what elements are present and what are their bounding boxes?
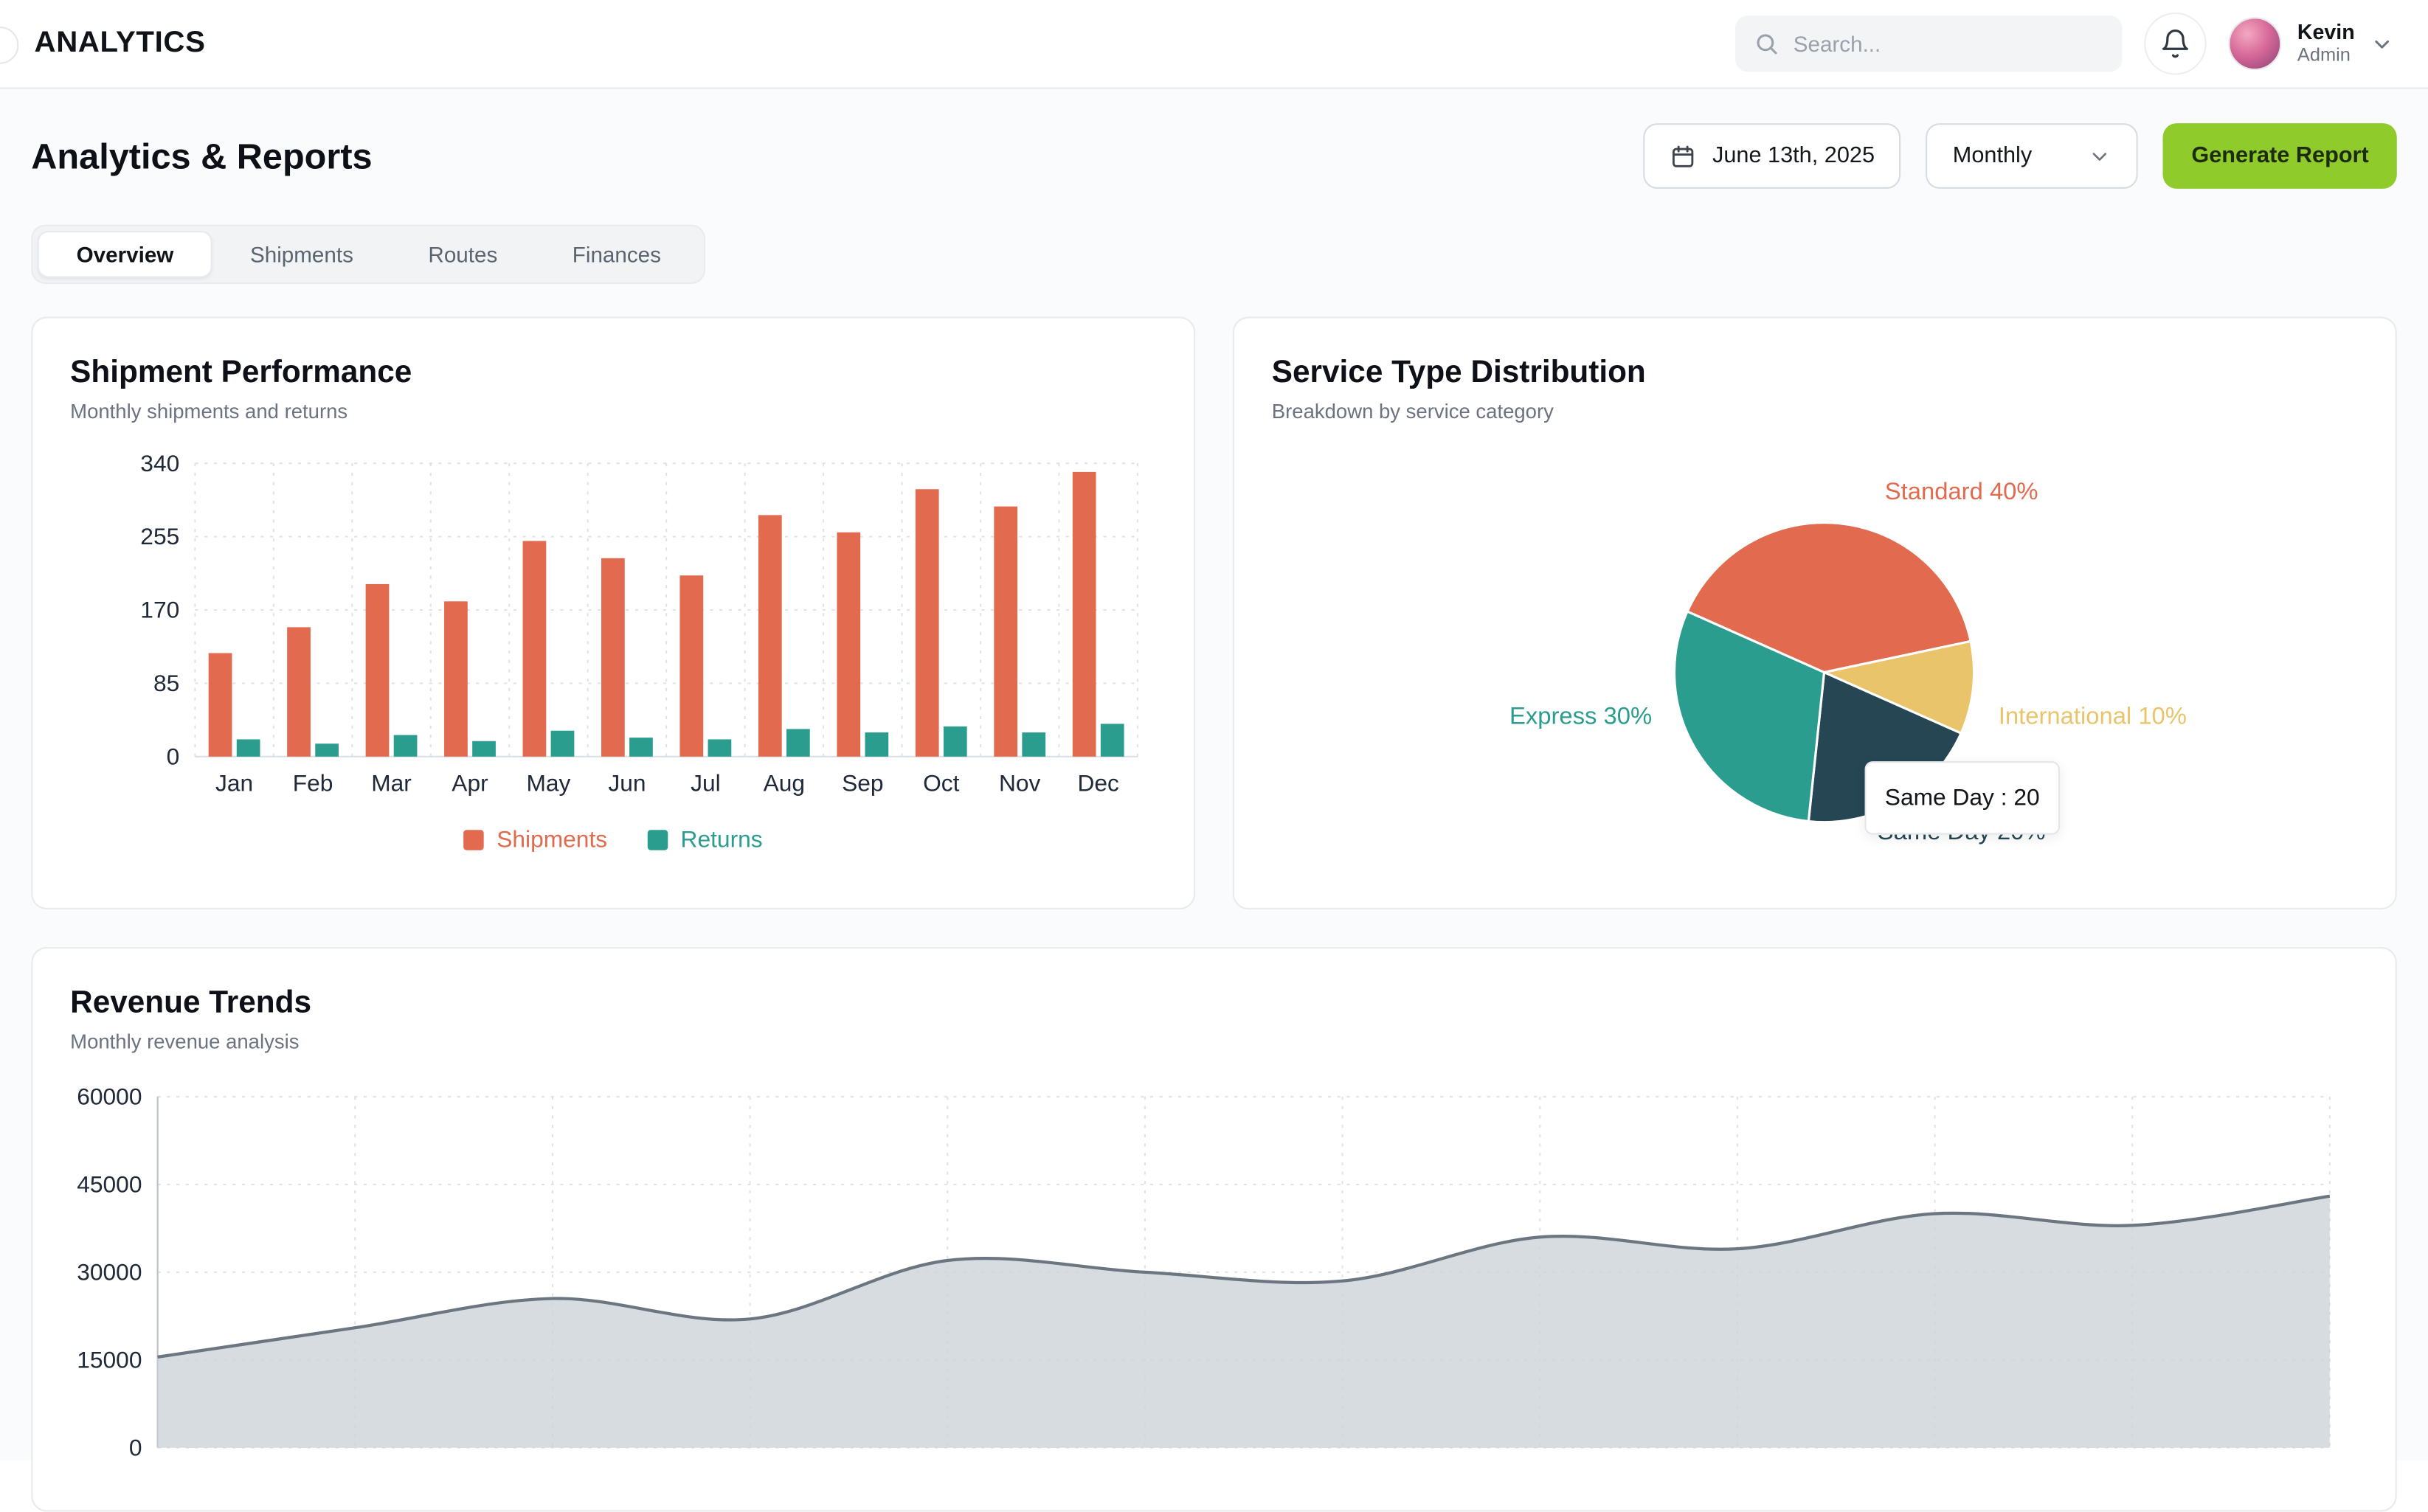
bar: [708, 739, 732, 756]
bar: [237, 739, 260, 756]
bar-chart: 0 85 170 255 340 Jan Feb Mar Apr May Jun Jul Aug Sep O…: [70, 451, 1159, 803]
generate-report-button[interactable]: Generate Report: [2163, 123, 2396, 189]
tab-overview[interactable]: Overview: [38, 231, 212, 277]
bar-chart-area: 0 85 170 255 340 Jan Feb Mar Apr May Jun Jul Aug Sep O…: [70, 451, 1156, 811]
svg-text:255: 255: [140, 523, 179, 549]
date-picker-label: June 13th, 2025: [1712, 144, 1875, 169]
report-tabs: OverviewShipmentsRoutesFinances: [31, 225, 705, 284]
svg-text:Dec: Dec: [1077, 769, 1119, 796]
area-chart-area: 0 15000 30000 45000 60000: [70, 1075, 2358, 1494]
chevron-down-icon: [2089, 145, 2112, 168]
top-header: ANALYTICS Kevin Admin: [0, 0, 2428, 89]
page-title: Analytics & Reports: [31, 135, 372, 177]
bar: [601, 558, 625, 757]
bar: [444, 601, 468, 757]
user-menu[interactable]: Kevin Admin: [2229, 17, 2394, 70]
pie-chart: [1234, 318, 2398, 911]
svg-text:Aug: Aug: [764, 769, 805, 796]
pie-label-standard: Standard 40%: [1885, 479, 2038, 507]
svg-text:Nov: Nov: [999, 769, 1041, 796]
pie-label-express: Express 30%: [1509, 704, 1652, 732]
pie-tooltip: Same Day : 20: [1865, 761, 2060, 834]
pie-label-international: International 10%: [1999, 704, 2187, 732]
bar: [366, 584, 390, 757]
tab-routes[interactable]: Routes: [391, 231, 535, 277]
bar: [315, 743, 339, 757]
bar: [1022, 732, 1045, 757]
legend-swatch: [648, 830, 668, 850]
search-box[interactable]: [1735, 15, 2123, 72]
notifications-button[interactable]: [2145, 13, 2207, 75]
svg-text:170: 170: [140, 597, 179, 623]
bar: [837, 533, 860, 757]
svg-text:0: 0: [129, 1434, 142, 1460]
svg-text:85: 85: [153, 670, 179, 696]
search-input[interactable]: [1794, 31, 2104, 56]
svg-text:Feb: Feb: [293, 769, 333, 796]
bell-icon: [2160, 28, 2191, 59]
app-logo: ANALYTICS: [35, 27, 206, 61]
bar: [758, 515, 782, 756]
svg-text:Jan: Jan: [215, 769, 253, 796]
svg-text:15000: 15000: [77, 1346, 142, 1373]
area-chart: 0 15000 30000 45000 60000: [70, 1075, 2361, 1486]
bar: [209, 653, 232, 756]
legend-swatch: [464, 830, 484, 850]
chevron-down-icon: [2370, 32, 2394, 55]
bar: [472, 741, 496, 757]
area-fill: [158, 1196, 2330, 1448]
bar: [629, 738, 653, 757]
svg-text:60000: 60000: [77, 1083, 142, 1109]
bar: [523, 541, 547, 756]
service-type-distribution-card: Service Type Distribution Breakdown by s…: [1233, 316, 2397, 909]
card-subtitle: Monthly shipments and returns: [70, 399, 1156, 423]
shipment-performance-card: Shipment Performance Monthly shipments a…: [31, 316, 1195, 909]
period-select[interactable]: Monthly: [1926, 123, 2139, 189]
bar: [916, 489, 939, 757]
period-select-value: Monthly: [1953, 144, 2032, 169]
app-root: ANALYTICS Kevin Admin: [0, 0, 2428, 1460]
card-title: Revenue Trends: [70, 986, 2358, 1022]
svg-text:Jul: Jul: [691, 769, 721, 796]
bar: [394, 735, 418, 757]
svg-text:340: 340: [140, 451, 179, 476]
tab-shipments[interactable]: Shipments: [212, 231, 390, 277]
calendar-icon: [1670, 143, 1697, 170]
bar: [287, 627, 311, 756]
bar: [1073, 472, 1096, 757]
sidebar-toggle[interactable]: [0, 27, 18, 64]
card-subtitle: Monthly revenue analysis: [70, 1030, 2358, 1053]
main-content: Analytics & Reports June 13th, 2025 Mont…: [0, 89, 2428, 1512]
bar: [679, 575, 703, 757]
bar: [1101, 724, 1124, 756]
search-icon: [1754, 31, 1780, 56]
svg-text:May: May: [526, 769, 570, 796]
tab-finances[interactable]: Finances: [535, 231, 699, 277]
bar: [865, 732, 888, 757]
card-title: Shipment Performance: [70, 356, 1156, 392]
svg-text:30000: 30000: [77, 1258, 142, 1285]
date-picker-button[interactable]: June 13th, 2025: [1644, 123, 1901, 189]
bar: [944, 726, 967, 757]
legend-item-shipments: Shipments: [464, 827, 607, 853]
bar: [994, 507, 1017, 757]
svg-text:0: 0: [167, 743, 180, 769]
user-role: Admin: [2297, 45, 2355, 66]
avatar: [2229, 17, 2282, 70]
revenue-trends-card: Revenue Trends Monthly revenue analysis …: [31, 947, 2396, 1512]
svg-text:Oct: Oct: [923, 769, 960, 796]
svg-text:Mar: Mar: [371, 769, 412, 796]
legend-label: Shipments: [497, 827, 607, 853]
pie-chart-area: Standard 40%International 10%Same Day 20…: [1234, 318, 2396, 908]
legend-label: Returns: [681, 827, 763, 853]
svg-text:Jun: Jun: [608, 769, 646, 796]
bar-chart-legend: Shipments Returns: [70, 827, 1156, 853]
bar: [786, 729, 810, 756]
user-name: Kevin: [2297, 21, 2355, 45]
svg-text:Apr: Apr: [452, 769, 488, 796]
svg-text:45000: 45000: [77, 1171, 142, 1197]
svg-text:Sep: Sep: [842, 769, 883, 796]
legend-item-returns: Returns: [648, 827, 763, 853]
bar: [551, 731, 575, 757]
